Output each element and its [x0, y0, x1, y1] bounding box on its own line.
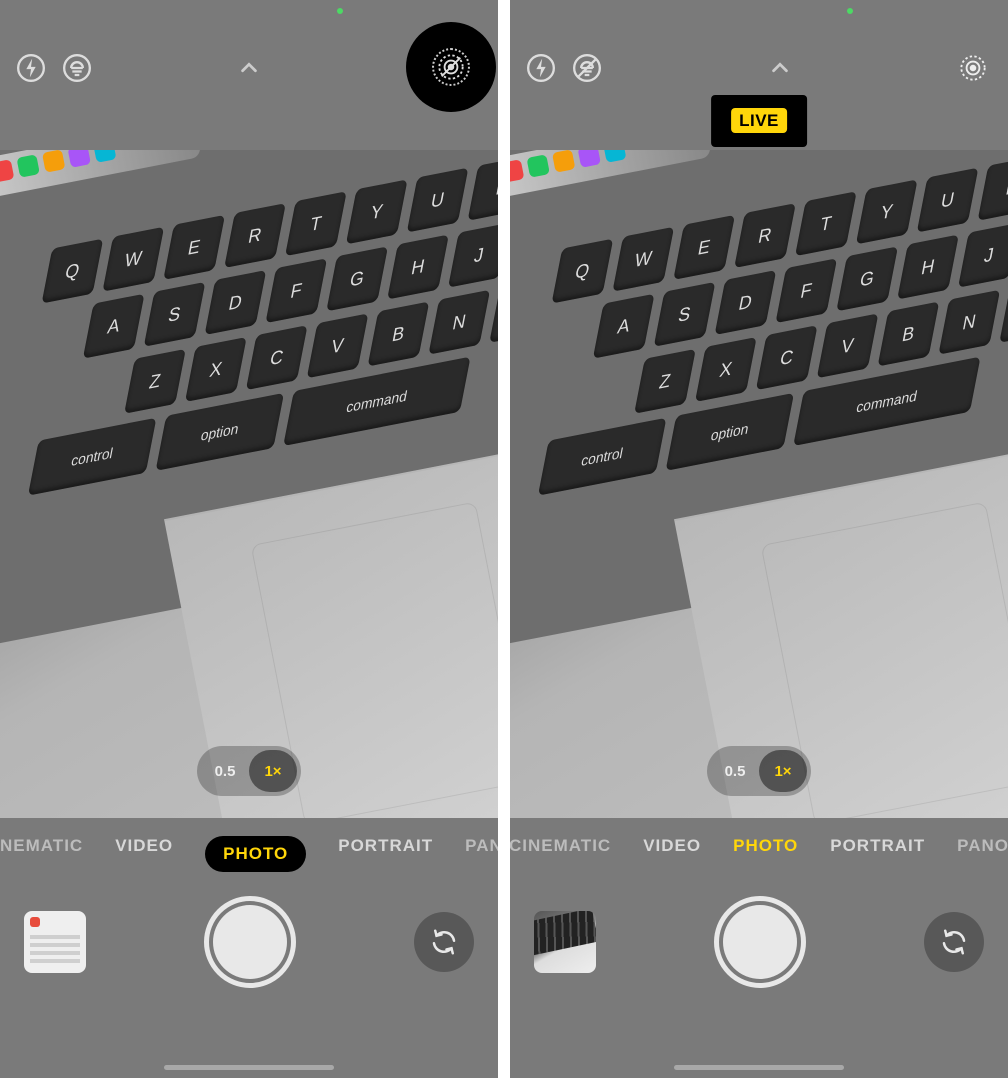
home-indicator[interactable] [164, 1065, 334, 1070]
screenshot-left: QWERTYUIOPASDFGHJKLZXCVBNMcontroloptionc… [0, 0, 498, 1078]
flash-icon[interactable] [12, 49, 50, 87]
screenshot-right: LIVE QWERTYUIOPASDFGHJKLZXCVBNMcontrolop… [510, 0, 1008, 1078]
mode-selector[interactable]: CINEMATIC VIDEO PHOTO PORTRAIT PANO [510, 836, 1008, 856]
camera-viewfinder[interactable]: QWERTYUIOPASDFGHJKLZXCVBNMcontroloptionc… [0, 150, 498, 818]
zoom-selector: 0.5 1× [707, 746, 811, 796]
mode-photo[interactable]: PHOTO [205, 836, 306, 872]
mode-selector[interactable]: CINEMATIC VIDEO PHOTO PORTRAIT PANO [0, 836, 498, 872]
tutorial-highlight [406, 22, 496, 112]
mode-photo[interactable]: PHOTO [733, 836, 798, 856]
mode-pano[interactable]: PANO [465, 836, 498, 872]
mode-cinematic[interactable]: CINEMATIC [510, 836, 611, 856]
mode-cinematic[interactable]: CINEMATIC [0, 836, 83, 872]
camera-active-dot [337, 8, 343, 14]
camera-bottom-bar: CINEMATIC VIDEO PHOTO PORTRAIT PANO [510, 818, 1008, 1078]
camera-top-bar: LIVE [510, 0, 1008, 150]
last-photo-thumbnail[interactable] [24, 911, 86, 973]
flash-icon[interactable] [522, 49, 560, 87]
shutter-button[interactable] [714, 896, 806, 988]
chevron-up-icon[interactable] [229, 48, 269, 88]
camera-flip-icon[interactable] [924, 912, 984, 972]
home-indicator[interactable] [674, 1065, 844, 1070]
live-badge: LIVE [711, 95, 807, 147]
night-mode-icon[interactable] [58, 49, 96, 87]
zoom-1x[interactable]: 1× [249, 750, 297, 792]
zoom-0-5x[interactable]: 0.5 [201, 750, 249, 792]
zoom-0-5x[interactable]: 0.5 [711, 750, 759, 792]
night-mode-off-icon[interactable] [568, 49, 606, 87]
mode-portrait[interactable]: PORTRAIT [830, 836, 925, 856]
mode-video[interactable]: VIDEO [643, 836, 701, 856]
last-photo-thumbnail[interactable] [534, 911, 596, 973]
live-photo-on-icon[interactable] [954, 49, 992, 87]
chevron-up-icon[interactable] [760, 48, 800, 88]
zoom-selector: 0.5 1× [197, 746, 301, 796]
camera-top-bar [0, 0, 498, 150]
mode-pano[interactable]: PANO [957, 836, 1008, 856]
shutter-button[interactable] [204, 896, 296, 988]
mode-video[interactable]: VIDEO [115, 836, 173, 872]
zoom-1x[interactable]: 1× [759, 750, 807, 792]
camera-active-dot [847, 8, 853, 14]
live-badge-label: LIVE [731, 108, 787, 133]
camera-flip-icon[interactable] [414, 912, 474, 972]
mode-portrait[interactable]: PORTRAIT [338, 836, 433, 872]
live-photo-off-icon[interactable] [432, 48, 470, 86]
camera-bottom-bar: CINEMATIC VIDEO PHOTO PORTRAIT PANO [0, 818, 498, 1078]
camera-viewfinder[interactable]: QWERTYUIOPASDFGHJKLZXCVBNMcontroloptionc… [510, 150, 1008, 818]
